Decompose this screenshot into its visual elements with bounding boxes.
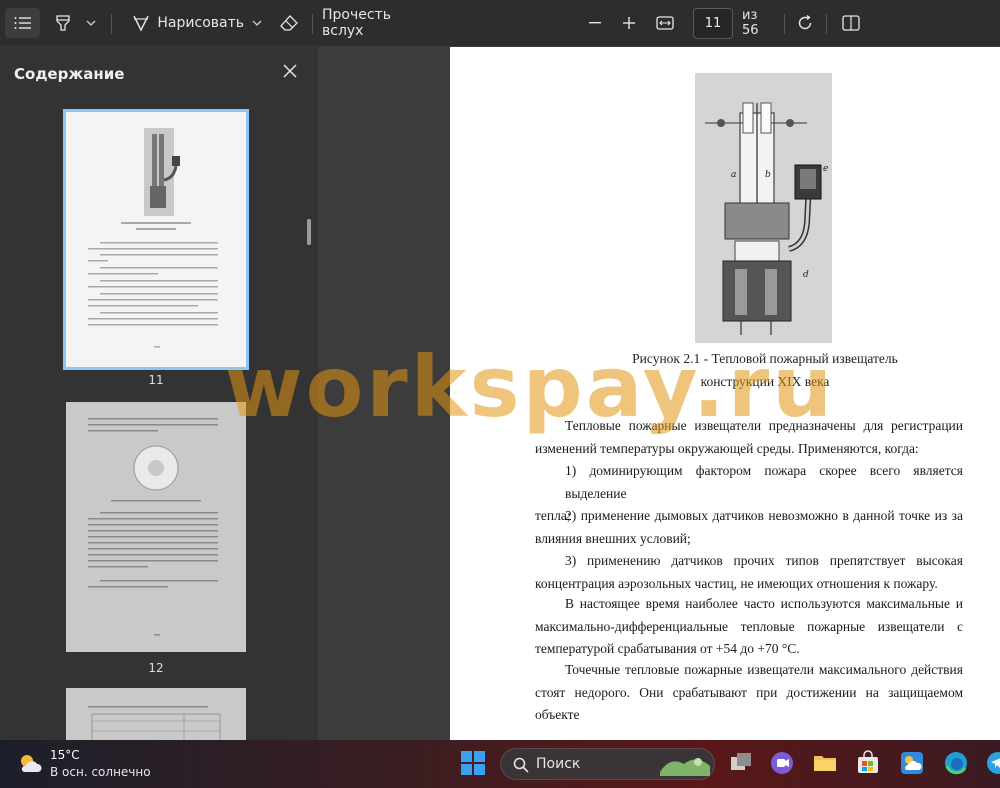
taskbar-search[interactable]: Поиск [500,748,715,780]
paragraph-line: стоят недорого. Они срабатывают при дост… [535,684,963,723]
minus-icon [589,22,601,24]
rotate-icon [798,14,812,30]
partly-sunny-icon [21,755,42,772]
draw-icon [133,15,149,32]
draw-label: Нарисовать [157,15,244,31]
separator [784,14,785,34]
app-icon [901,752,923,774]
svg-text:d: d [803,270,809,280]
zoom-out-button[interactable] [584,8,606,38]
two-page-icon [842,15,860,31]
thumbnail-preview [88,706,221,740]
paragraph: Точечные тепловые пожарные извещатели ма… [535,659,963,727]
task-view-icon [731,753,751,770]
highlight-options-dropdown[interactable] [82,8,100,38]
weather-temperature: 15°C [50,748,80,762]
thumbnail-page-number: 12 [148,661,164,675]
plus-icon [623,17,635,29]
store-button[interactable] [855,750,881,776]
sidebar-scrollbar[interactable] [307,219,311,245]
paragraph-line: концентрация аэрозольных частиц, не имею… [535,575,938,591]
page-view-button[interactable] [840,8,862,38]
search-highlight-icon [660,758,710,776]
close-icon [283,64,297,78]
chat-button[interactable] [769,750,795,776]
svg-text:b: b [765,170,771,180]
telegram-button[interactable] [985,750,1000,776]
thumbnail-page-11[interactable] [63,109,249,370]
file-explorer-button[interactable] [812,750,838,776]
paragraph-line: В настоящее время наиболее часто использ… [565,596,963,611]
highlight-button[interactable] [52,8,74,38]
thumbnail-page-12[interactable] [66,402,246,652]
folder-icon [814,756,836,771]
draw-button[interactable]: Нарисовать [124,8,244,38]
svg-text:e: e [823,164,828,174]
figure-heat-detector: a b e d [695,73,832,343]
paragraph-line: Точечные тепловые пожарные извещатели ма… [565,662,963,677]
paragraph-line: 2) применение дымовых датчиков невозможн… [565,508,963,523]
fit-width-icon [656,16,674,30]
store-icon [858,750,878,773]
zoom-in-button[interactable] [618,8,640,38]
figure-caption-line2: конструкции XIX века [700,374,830,389]
page-total-label: из 56 [742,8,759,38]
paragraph-line: максимально-дифференциальные тепловые по… [535,618,963,634]
sidebar-title: Содержание [14,65,125,83]
highlighter-icon [56,15,70,31]
start-button[interactable] [460,750,486,776]
svg-text:a: a [731,170,736,180]
sidebar-close-button[interactable] [280,61,300,81]
thumbnail-page-13[interactable] [66,688,246,740]
eraser-icon [280,15,298,31]
separator [312,14,313,34]
paragraph-line: 1) доминирующим фактором пожара скорее в… [565,463,963,501]
toolbar: Нарисовать Прочесть вслух 11 из 56 [0,0,1000,47]
weather-widget[interactable] [16,750,44,778]
paragraph-line: Тепловые пожарные извещатели предназначе… [565,418,963,433]
paragraph: 2) применение дымовых датчиков невозможн… [535,505,963,550]
document-page: a b e d Рисунок 2.1 - Тепловой пожарный … [450,47,1000,740]
read-aloud-label: Прочесть вслух [322,7,391,39]
separator [111,14,112,34]
rotate-button[interactable] [794,8,816,38]
weather-description: В осн. солнечно [50,765,151,779]
thumbnail-preview [88,128,218,348]
draw-options-dropdown[interactable] [248,8,266,38]
windows-icon [461,751,485,775]
paragraph: Тепловые пожарные извещатели предназначе… [535,415,963,460]
paragraph: 3) применению датчиков прочих типов преп… [535,550,963,595]
paragraph-line: температурой срабатывания от +54 до +70 … [535,641,800,656]
chevron-down-icon [86,20,96,26]
chevron-down-icon [252,20,262,26]
thumbnail-page-number: 11 [148,373,164,387]
fit-width-button[interactable] [653,8,677,38]
thumbnail-preview [88,418,218,636]
search-icon [513,757,529,773]
search-label: Поиск [536,756,581,772]
contents-toggle-button[interactable] [5,8,40,38]
paragraph-line: влияния внешних условий; [535,530,691,546]
taskbar: 15°C В осн. солнечно Поиск [0,740,1000,788]
separator [826,14,827,34]
page-number-input[interactable]: 11 [693,8,733,39]
paragraph-line: изменений температуры окружающей среды. … [535,440,919,456]
read-aloud-button[interactable]: Прочесть вслух [322,7,430,39]
figure-caption: Рисунок 2.1 - Тепловой пожарный извещате… [632,351,898,366]
paragraph: В настоящее время наиболее часто использ… [535,593,963,661]
list-icon [14,17,31,29]
edge-icon [945,752,967,775]
edge-button[interactable] [943,750,969,776]
paragraph-line: 3) применению датчиков прочих типов преп… [565,553,963,568]
telegram-icon [987,752,1000,774]
document-viewport[interactable]: a b e d Рисунок 2.1 - Тепловой пожарный … [318,47,1000,740]
task-view-button[interactable] [728,750,754,776]
weather-app-button[interactable] [899,750,925,776]
contents-sidebar: Содержание 11 12 [0,47,318,740]
erase-button[interactable] [275,8,303,38]
chat-icon [771,752,793,774]
